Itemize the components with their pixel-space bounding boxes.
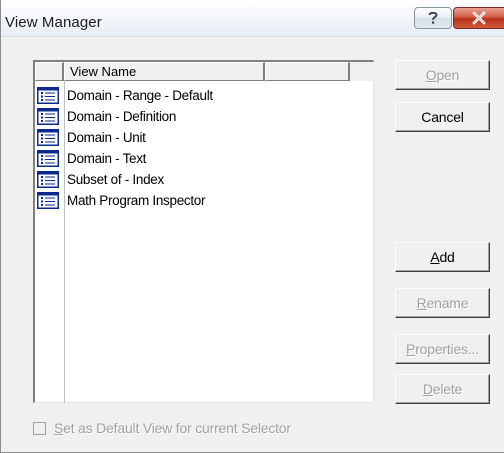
list-item[interactable]: Domain - Range - Default (37, 85, 357, 106)
list-item[interactable]: Domain - Unit (37, 127, 357, 148)
view-list-icon (37, 192, 59, 209)
view-list-icon (37, 87, 59, 104)
list-item-label: Math Program Inspector (67, 193, 206, 208)
list-item[interactable]: Subset of - Index (37, 169, 357, 190)
default-view-checkbox-label: Set as Default View for current Selector (54, 420, 291, 436)
list-item-label: Subset of - Index (67, 172, 164, 187)
properties-button[interactable]: Properties... (395, 334, 490, 364)
list-item-label: Domain - Definition (67, 109, 177, 124)
rename-button-label: Rename (416, 295, 469, 311)
close-button[interactable] (453, 7, 504, 29)
delete-button-label: Delete (422, 381, 463, 397)
add-button-label: Add (430, 249, 455, 265)
default-view-checkbox[interactable] (33, 421, 46, 435)
cancel-button-label: Cancel (421, 109, 464, 125)
rename-button[interactable]: Rename (395, 288, 490, 318)
list-item[interactable]: Domain - Definition (37, 106, 357, 127)
default-view-checkbox-row[interactable]: Set as Default View for current Selector (33, 420, 291, 436)
view-list-icon (37, 171, 59, 188)
view-list-icon (37, 150, 59, 167)
list-item[interactable]: Math Program Inspector (37, 190, 357, 211)
help-button[interactable] (414, 7, 452, 29)
list-header: View Name (35, 62, 374, 81)
view-list-icon (37, 108, 59, 125)
open-button-label: Open (425, 67, 460, 83)
column-header-view-name[interactable]: View Name (64, 62, 265, 81)
help-icon (428, 11, 438, 24)
view-list-icon (37, 129, 59, 146)
window-title: View Manager (5, 14, 102, 31)
list-item[interactable]: Domain - Text (37, 148, 357, 169)
properties-button-label: Properties... (406, 341, 479, 357)
list-item-label: Domain - Unit (67, 130, 146, 145)
delete-button[interactable]: Delete (395, 374, 490, 404)
column-header-icon[interactable] (35, 62, 64, 81)
open-button[interactable]: Open (395, 60, 490, 90)
column-header-extra[interactable] (265, 62, 350, 81)
close-icon (472, 11, 486, 25)
title-bar[interactable]: View Manager (1, 0, 504, 37)
list-item-label: Domain - Range - Default (67, 88, 213, 103)
add-button[interactable]: Add (395, 242, 490, 272)
cancel-button[interactable]: Cancel (395, 102, 490, 132)
list-item-label: Domain - Text (67, 151, 147, 166)
view-list[interactable]: View Name Domain - Range - Default Domain… (33, 60, 374, 403)
view-manager-dialog: View Manager View Name Domain - Range - … (0, 0, 504, 453)
